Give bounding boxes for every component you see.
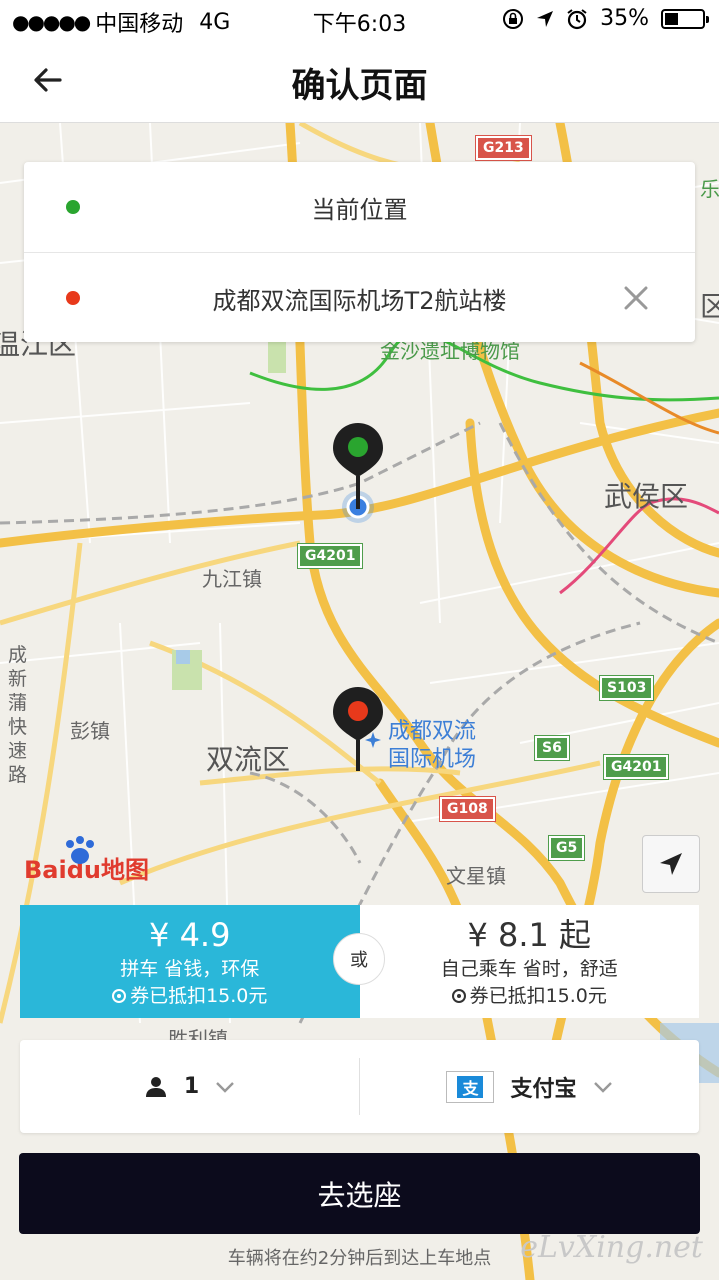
battery-percent: 35% (600, 6, 649, 31)
carpool-option[interactable]: ¥ 4.9 拼车 省钱，环保 券已抵扣15.0元 (20, 905, 360, 1018)
road-shield-g4201-b: G4201 (602, 754, 670, 780)
road-shield-g5: G5 (547, 835, 586, 861)
chevron-down-icon (216, 1081, 235, 1093)
coupon-icon (451, 988, 466, 1003)
carpool-price: ¥ 4.9 (149, 915, 231, 954)
destination-pin-icon (333, 687, 383, 771)
battery-icon (661, 8, 709, 29)
baidu-map-logo: Baidu地图 (24, 836, 149, 885)
coupon-icon (112, 988, 127, 1003)
route-card: 当前位置 成都双流国际机场T2航站楼 (24, 162, 695, 342)
origin-dot-icon (66, 200, 80, 214)
road-shield-g108: G108 (439, 796, 496, 822)
solo-ride-option[interactable]: ¥ 8.1 起 自己乘车 省时，舒适 券已抵扣15.0元 (359, 905, 699, 1018)
baidu-paw-icon (66, 836, 94, 864)
origin-row[interactable]: 当前位置 (24, 162, 695, 252)
road-shield-g4201-a: G4201 (296, 543, 364, 569)
status-bar: ●●●●● 中国移动 4G 下午6:03 35% (0, 0, 719, 40)
choose-seat-button[interactable]: 去选座 (19, 1153, 700, 1234)
map-label-wuhou: 武侯区 (604, 480, 689, 513)
chevron-down-icon (593, 1081, 612, 1093)
solo-description: 自己乘车 省时，舒适 (440, 957, 618, 980)
person-icon (145, 1076, 166, 1097)
map-label-jiujiang: 九江镇 (202, 567, 262, 591)
watermark: eLvXing.net (520, 1230, 703, 1265)
carpool-description: 拼车 省钱，环保 (120, 957, 260, 980)
or-badge: 或 (333, 933, 385, 985)
alipay-mark: 支 (457, 1075, 484, 1098)
battery-level (665, 12, 678, 25)
payment-method-selector[interactable]: 支 支付宝 (360, 1040, 699, 1133)
navigation-bar: 确认页面 (0, 40, 719, 123)
map-label-wenxing: 文星镇 (446, 864, 506, 888)
destination-label: 成都双流国际机场T2航站楼 (212, 286, 507, 315)
rotation-lock-icon (503, 8, 524, 29)
road-shield-s6: S6 (534, 735, 570, 761)
passenger-count: 1 (183, 1074, 200, 1099)
map-label-edge-right: 区 (700, 290, 719, 323)
origin-pin-icon (333, 423, 383, 509)
solo-coupon-text: 券已抵扣15.0元 (469, 984, 607, 1007)
destination-dot-icon (66, 291, 80, 305)
status-right: 35% (502, 6, 709, 31)
carpool-coupon: 券已抵扣15.0元 (112, 983, 267, 1009)
alipay-icon: 支 (446, 1070, 495, 1103)
solo-coupon: 券已抵扣15.0元 (451, 983, 607, 1009)
solo-price: ¥ 8.1 起 (467, 915, 592, 954)
map-label-edge-top: 乐 (700, 177, 719, 201)
location-services-icon (537, 10, 554, 27)
map-label-shuangliu: 双流区 (206, 743, 291, 776)
map-label-pengzhen: 彭镇 (70, 719, 110, 743)
passenger-count-selector[interactable]: 1 (20, 1040, 359, 1133)
origin-label: 当前位置 (311, 195, 408, 224)
payment-method-label: 支付宝 (510, 1076, 577, 1102)
alarm-icon (567, 8, 587, 29)
destination-row[interactable]: 成都双流国际机场T2航站楼 (24, 252, 695, 343)
map-label-airport-line2: 国际机场 (388, 747, 477, 772)
close-icon[interactable] (621, 283, 651, 313)
locate-me-button[interactable] (642, 835, 700, 893)
navigation-arrow-icon (660, 853, 682, 875)
map-label-expressway: 成新蒲快速路 (8, 644, 28, 786)
page-title: 确认页面 (291, 66, 428, 106)
trip-options-card: 1 支 支付宝 (20, 1040, 699, 1133)
road-shield-s103: S103 (598, 675, 655, 701)
carpool-coupon-text: 券已抵扣15.0元 (130, 984, 268, 1007)
road-shield-g213: G213 (475, 135, 532, 161)
